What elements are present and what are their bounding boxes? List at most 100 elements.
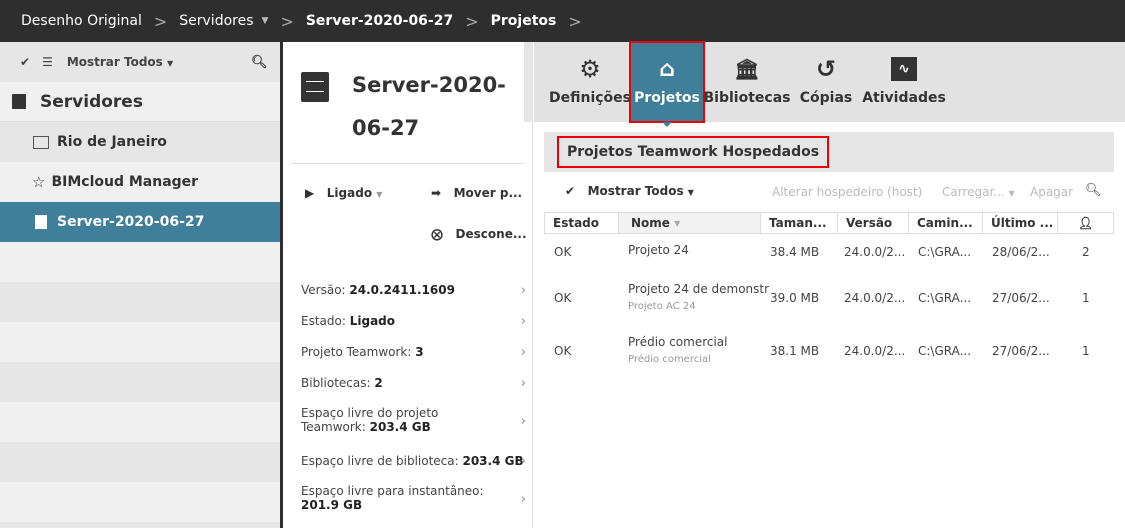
sidebar-item-server[interactable]: Server-2020-06-27 <box>0 202 280 242</box>
breadcrumb-item[interactable]: Desenho Original <box>21 13 142 29</box>
column-header-tamanho[interactable]: Taman... <box>761 212 838 234</box>
load-dropdown[interactable]: Carregar... ▼ <box>942 185 1015 199</box>
info-snapshot-space[interactable]: Espaço livre para instantâneo: 201.9 GB › <box>301 484 526 512</box>
list-icon[interactable]: ☰ <box>42 55 53 69</box>
info-teamwork-projects[interactable]: Projeto Teamwork: 3 › <box>301 345 526 360</box>
cell-ultimo: 28/06/2... <box>992 245 1050 259</box>
cell-estado: OK <box>554 291 572 305</box>
column-header-ultimo[interactable]: Último ... <box>983 212 1058 234</box>
sidebar-toolbar: ✔ ☰ Mostrar Todos ▼ 🔍︎ <box>0 42 280 82</box>
gear-icon: ⚙ <box>579 55 601 83</box>
sidebar-item-bimcloud-manager[interactable]: ☆ BIMcloud Manager <box>0 162 280 202</box>
server-icon <box>35 215 47 229</box>
chevron-right-icon: › <box>520 314 526 329</box>
check-icon: ✔ <box>565 184 576 198</box>
cell-subtitle: Projeto AC 24 <box>628 301 696 312</box>
sidebar-heading: Servidores <box>0 82 280 122</box>
cell-versao: 24.0.0/2... <box>844 245 906 259</box>
item-label: Rio de Janeiro <box>57 134 167 150</box>
disconnect-button[interactable]: ⨂ Descone... <box>431 227 527 241</box>
info-libraries[interactable]: Bibliotecas: 2 › <box>301 376 526 391</box>
info-library-space[interactable]: Espaço livre de biblioteca: 203.4 GB › <box>301 454 526 469</box>
breadcrumb: Desenho Original > Servidores ▼ > Server-20… <box>0 0 1125 42</box>
sidebar-item-rio-de-janeiro[interactable]: Rio de Janeiro <box>0 122 280 162</box>
cell-caminho: C:\GRA... <box>918 245 972 259</box>
item-label: BIMcloud Manager <box>51 174 199 190</box>
search-icon[interactable]: 🔍︎ <box>251 55 268 70</box>
sidebar: ✔ ☰ Mostrar Todos ▼ 🔍︎ Servidores Rio de… <box>0 42 280 528</box>
section-header: Projetos Teamwork Hospedados <box>544 132 1114 172</box>
cell-users: 2 <box>1082 245 1090 259</box>
column-header-versao[interactable]: Versão <box>838 212 909 234</box>
breadcrumb-item[interactable]: Projetos <box>491 13 557 29</box>
chevron-right-icon: › <box>520 345 526 360</box>
chevron-right-icon: > <box>153 11 168 31</box>
projects-house-icon: ⌂ <box>659 56 675 82</box>
cell-estado: OK <box>554 344 572 358</box>
search-icon[interactable]: 🔍︎ <box>1085 183 1102 198</box>
item-label: Server-2020-06-27 <box>57 214 205 230</box>
cell-versao: 24.0.0/2... <box>844 291 906 305</box>
info-version[interactable]: Versão: 24.0.2411.1609 › <box>301 283 526 298</box>
tab-bibliotecas[interactable]: 🏛︎ Bibliotecas <box>704 42 791 122</box>
chevron-right-icon: > <box>280 11 294 31</box>
cell-ultimo: 27/06/2... <box>992 291 1050 305</box>
cell-caminho: C:\GRA... <box>918 344 972 358</box>
cell-nome: Prédio comercial <box>628 335 728 349</box>
chevron-right-icon: › <box>520 492 526 507</box>
cell-tamanho: 38.1 MB <box>770 344 820 358</box>
column-header-caminho[interactable]: Camin... <box>909 212 983 234</box>
breadcrumb-item[interactable]: Server-2020-06-27 <box>306 13 453 29</box>
breadcrumb-item[interactable]: Servidores <box>179 13 253 29</box>
filter-label: Mostrar Todos <box>66 55 163 69</box>
server-icon <box>301 72 329 102</box>
chevron-right-icon: > <box>568 11 582 31</box>
cell-tamanho: 39.0 MB <box>770 291 820 305</box>
activity-icon: ∿ <box>891 56 917 82</box>
check-icon[interactable]: ✔ <box>20 55 30 69</box>
column-header-nome[interactable]: Nome ▼ <box>619 212 761 234</box>
library-icon: 🏛︎ <box>734 57 760 81</box>
cell-users: 1 <box>1082 291 1090 305</box>
section-title: Projetos Teamwork Hospedados <box>557 136 830 168</box>
cell-subtitle: Prédio comercial <box>628 354 711 365</box>
scrollbar[interactable] <box>524 42 533 122</box>
cell-users: 1 <box>1082 344 1090 358</box>
column-header-users[interactable]: 👤︎ <box>1058 212 1114 234</box>
cell-nome: Projeto 24 de demonstr <box>628 282 770 296</box>
delete-button[interactable]: Apagar <box>1030 185 1073 199</box>
divider <box>291 163 524 164</box>
info-state[interactable]: Estado: Ligado › <box>301 314 526 329</box>
cell-ultimo: 27/06/2... <box>992 344 1050 358</box>
cell-caminho: C:\GRA... <box>918 291 972 305</box>
chevron-right-icon: › <box>520 454 526 469</box>
backup-icon: ↺ <box>815 55 837 83</box>
server-details-panel: Server-2020- 06-27 ▶ Ligado ▼ ➡ Mover p..… <box>283 42 533 528</box>
active-tab-pointer <box>662 122 672 127</box>
tab-atividades[interactable]: ∿ Atividades <box>862 42 946 122</box>
info-project-space[interactable]: Espaço livre do projeto Teamwork: 203.4 … <box>301 406 526 434</box>
chevron-right-icon: › <box>520 283 526 298</box>
filter-dropdown[interactable]: Mostrar Todos ▼ <box>67 55 173 69</box>
chevron-right-icon: › <box>520 414 526 429</box>
cell-versao: 24.0.0/2... <box>844 344 906 358</box>
user-icon: 👤︎ <box>1077 216 1094 230</box>
cell-tamanho: 38.4 MB <box>770 245 820 259</box>
status-dropdown[interactable]: ▶ Ligado ▼ <box>305 186 382 200</box>
caret-down-icon[interactable]: ▼ <box>262 16 269 26</box>
move-button[interactable]: ➡ Mover p... <box>431 186 522 200</box>
tab-projetos[interactable]: ⌂ Projetos <box>629 41 705 123</box>
tab-definicoes[interactable]: ⚙ Definições <box>549 42 631 122</box>
column-header-estado[interactable]: Estado <box>544 212 619 234</box>
tab-copias[interactable]: ↺ Cópias <box>796 42 856 122</box>
cell-nome: Projeto 24 <box>628 243 689 257</box>
project-filter-dropdown[interactable]: ✔ Mostrar Todos ▼ <box>565 184 694 198</box>
play-icon: ▶ <box>305 186 315 200</box>
tab-bar: ⚙ Definições ⌂ Projetos 🏛︎ Bibliotecas ↺ Cóp… <box>534 41 1125 127</box>
arrow-right-icon: ➡ <box>431 186 442 200</box>
server-title: Server-2020- 06-27 <box>352 73 506 140</box>
disconnect-icon: ⨂ <box>431 227 443 241</box>
folder-icon <box>33 135 49 149</box>
manager-star-icon: ☆ <box>32 173 46 191</box>
change-host-button[interactable]: Alterar hospedeiro (host) <box>772 185 922 199</box>
